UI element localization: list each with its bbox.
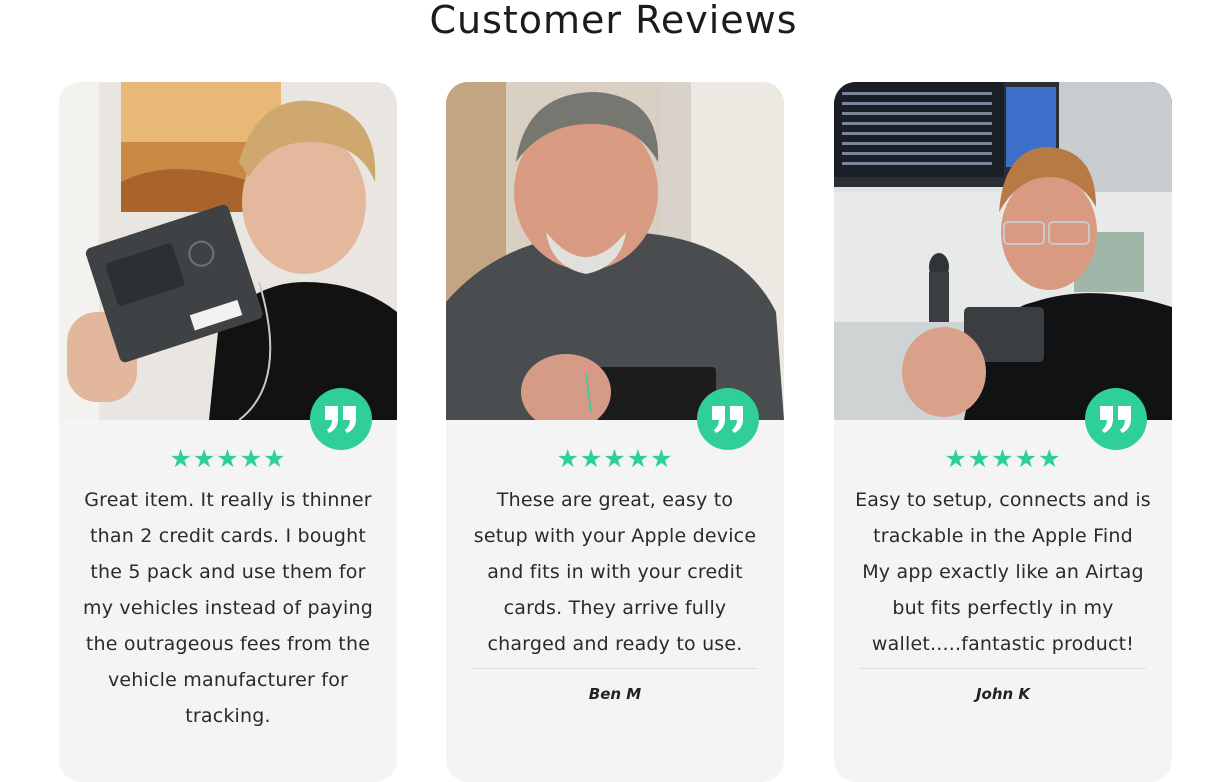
review-text: Great item. It really is thinner than 2 … <box>79 482 377 734</box>
review-card-2: ★★★★★ These are great, easy to setup wit… <box>446 82 784 782</box>
review-line: my vehicles instead of paying <box>83 597 373 619</box>
review-line: tracking. <box>185 705 271 727</box>
quote-icon <box>310 388 372 450</box>
review-line: the 5 pack and use them for <box>90 561 366 583</box>
review-author: John K <box>975 685 1031 703</box>
review-line: My app exactly like an Airtag <box>862 561 1144 583</box>
review-line: the outrageous fees from the <box>85 633 371 655</box>
review-line: charged and ready to use. <box>487 633 743 655</box>
review-text: Easy to setup, connects and is trackable… <box>854 482 1152 662</box>
review-text: These are great, easy to setup with your… <box>466 482 764 662</box>
review-line: vehicle manufacturer for <box>107 669 349 691</box>
star-rating: ★★★★★ <box>556 444 674 473</box>
review-line: These are great, easy to <box>496 489 734 511</box>
review-line: trackable in the Apple Find <box>873 525 1133 547</box>
review-line: than 2 credit cards. I bought <box>89 525 367 547</box>
review-card-1: ★★★★★ Great item. It really is thinner t… <box>59 82 397 782</box>
review-line: Great item. It really is thinner <box>84 489 372 511</box>
review-author: Ben M <box>588 685 642 703</box>
review-line: wallet.....fantastic product! <box>871 633 1135 655</box>
reviewer-photo <box>446 82 784 420</box>
reviewer-photo <box>59 82 397 420</box>
review-line: but fits perfectly in my <box>892 597 1114 619</box>
review-card-3: ★★★★★ Easy to setup, connects and is tra… <box>834 82 1172 782</box>
star-rating: ★★★★★ <box>944 444 1062 473</box>
section-title: Customer Reviews <box>429 0 798 42</box>
review-line: setup with your Apple device <box>473 525 757 547</box>
quote-icon <box>697 388 759 450</box>
review-line: cards. They arrive fully <box>503 597 727 619</box>
quote-icon <box>1085 388 1147 450</box>
review-line: Easy to setup, connects and is <box>855 489 1151 511</box>
star-rating: ★★★★★ <box>169 444 287 473</box>
divider <box>860 668 1146 669</box>
review-line: and fits in with your credit <box>487 561 743 583</box>
reviewer-photo <box>834 82 1172 420</box>
divider <box>472 668 758 669</box>
